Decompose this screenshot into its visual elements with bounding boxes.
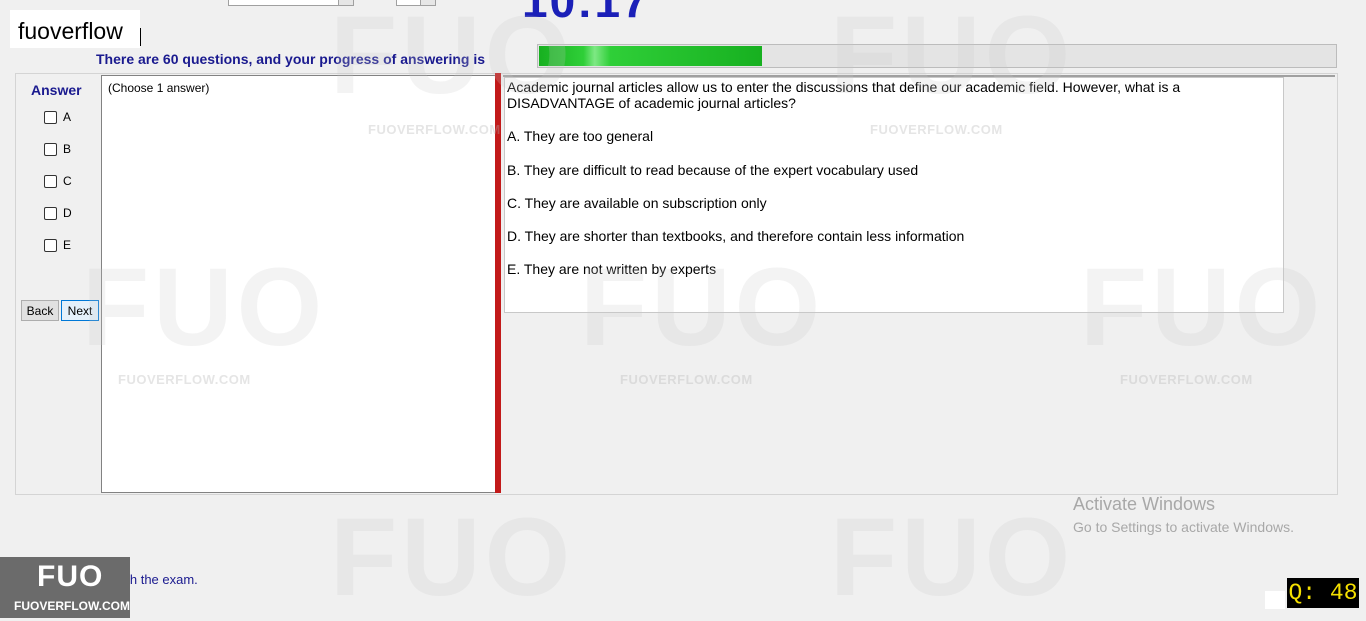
watermark-logo: FUO	[1080, 246, 1325, 369]
option-label-d: D	[63, 206, 72, 220]
corner-logo-site: FUOVERFLOW.COM	[14, 599, 130, 613]
brand-text: fuoverflow	[18, 18, 123, 44]
answer-option-b[interactable]: B	[44, 142, 71, 156]
checkbox-c[interactable]	[44, 174, 57, 188]
watermark-site: FUOVERFLOW.COM	[368, 122, 501, 137]
watermark-site: FUOVERFLOW.COM	[870, 122, 1003, 137]
back-button[interactable]: Back	[21, 300, 59, 321]
answer-hint: (Choose 1 answer)	[108, 81, 210, 95]
question-option-c: C. They are available on subscription on…	[507, 195, 767, 211]
option-label-e: E	[63, 238, 72, 252]
watermark-logo: FUO	[830, 0, 1075, 117]
watermark-site: FUOVERFLOW.COM	[620, 372, 753, 387]
option-label-b: B	[63, 142, 72, 156]
checkbox-a[interactable]	[44, 110, 57, 124]
question-counter: Q: 48	[1287, 578, 1359, 608]
watermark-logo: FUO	[330, 496, 575, 619]
activate-windows-title: Activate Windows	[1073, 494, 1216, 514]
answer-option-a[interactable]: A	[44, 110, 71, 124]
question-option-b: B. They are difficult to read because of…	[507, 162, 919, 178]
watermark-logo: FUO	[580, 246, 825, 369]
answer-option-c[interactable]: C	[44, 174, 72, 188]
watermark-logo: FUO	[82, 246, 327, 369]
watermark-site: FUOVERFLOW.COM	[1120, 372, 1253, 387]
watermark-site: FUOVERFLOW.COM	[118, 372, 251, 387]
question-option-a: A. They are too general	[507, 128, 654, 144]
activate-windows-subtitle: Go to Settings to activate Windows.	[1073, 519, 1294, 535]
answer-option-d[interactable]: D	[44, 206, 72, 220]
corner-logo-mark: FUO	[37, 560, 104, 593]
checkbox-d[interactable]	[44, 206, 57, 220]
question-option-d: D. They are shorter than textbooks, and …	[507, 228, 965, 244]
option-label-c: C	[63, 174, 72, 188]
checkbox-b[interactable]	[44, 142, 57, 156]
small-box	[1265, 591, 1285, 609]
answer-option-e[interactable]: E	[44, 238, 71, 252]
watermark-logo: FUO	[330, 0, 575, 117]
option-label-a: A	[63, 110, 72, 124]
text-cursor	[140, 28, 141, 46]
watermark-logo: FUO	[830, 496, 1075, 619]
answer-title: Answer	[31, 82, 82, 98]
checkbox-e[interactable]	[44, 238, 57, 252]
